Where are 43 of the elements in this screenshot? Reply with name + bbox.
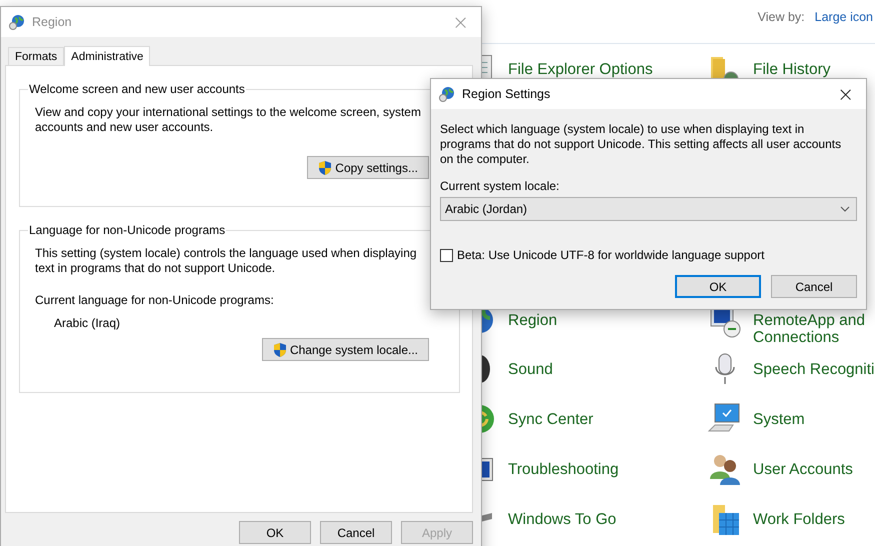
view-by-label: View by:	[758, 10, 805, 24]
window-title: Region	[32, 15, 73, 29]
dialog-button[interactable]: OK	[239, 521, 311, 544]
tab[interactable]: Formats	[8, 47, 64, 65]
control-panel-link[interactable]: Windows To Go	[508, 510, 616, 528]
control-panel-link[interactable]: Speech Recogniti	[753, 360, 874, 378]
control-panel-link[interactable]: User Accounts	[753, 460, 853, 478]
locale-dropdown[interactable]: Arabic (Jordan)	[440, 197, 857, 221]
tab[interactable]: Administrative	[64, 46, 150, 66]
description-text: View and copy your international settings to the welcome screen, system accounts and new user accounts.	[35, 105, 422, 135]
change-locale-button[interactable]: Change system locale...	[262, 338, 429, 361]
control-panel-link[interactable]: Connections	[753, 329, 866, 346]
control-panel-link[interactable]: Region	[508, 312, 558, 328]
description-text: This setting (system locale) controls the language used when displaying text in programs that do not support Unicode.	[35, 246, 418, 276]
checkbox-label: Beta: Use Unicode UTF-8 for worldwide language support	[457, 248, 764, 262]
control-panel-link[interactable]: File Explorer Options	[508, 60, 653, 78]
control-panel-link[interactable]: Sound	[508, 360, 553, 378]
group-title: Welcome screen and new user accounts	[28, 82, 246, 96]
control-panel-link[interactable]: Sync Center	[508, 410, 594, 428]
chevron-down-icon	[840, 206, 850, 212]
dialog-button[interactable]: Cancel	[320, 521, 392, 544]
shield-icon	[272, 342, 287, 358]
control-panel-link[interactable]: File History	[753, 60, 831, 78]
control-panel-link[interactable]: Troubleshooting	[508, 460, 619, 478]
dialog-button[interactable]: Cancel	[771, 275, 857, 298]
description-text: Select which language (system locale) to use when displaying text in programs that do not support Unicode. This setting affects all user accounts on the computer.	[440, 122, 842, 167]
microphone-icon	[715, 353, 735, 385]
globe-icon	[439, 86, 455, 102]
checkbox[interactable]	[440, 248, 453, 262]
dialog-button[interactable]: OK	[675, 275, 761, 298]
locale-value: Arabic (Iraq)	[54, 316, 122, 330]
copy-settings-button[interactable]: Copy settings...	[307, 156, 429, 179]
control-panel-link[interactable]: RemoteApp and	[753, 312, 866, 329]
control-panel-link[interactable]: Work Folders	[753, 510, 845, 528]
control-panel-link[interactable]: System	[753, 410, 805, 428]
view-by-link[interactable]: Large icon	[814, 10, 873, 24]
field-label: Current language for non-Unicode programs:	[35, 293, 275, 307]
globe-icon	[9, 14, 25, 30]
shield-icon	[318, 160, 332, 176]
close-button[interactable]: ×	[833, 82, 858, 106]
window-title: Region Settings	[462, 87, 552, 101]
group-title: Language for non-Unicode programs	[28, 223, 226, 237]
field-label: Current system locale:	[440, 179, 560, 193]
